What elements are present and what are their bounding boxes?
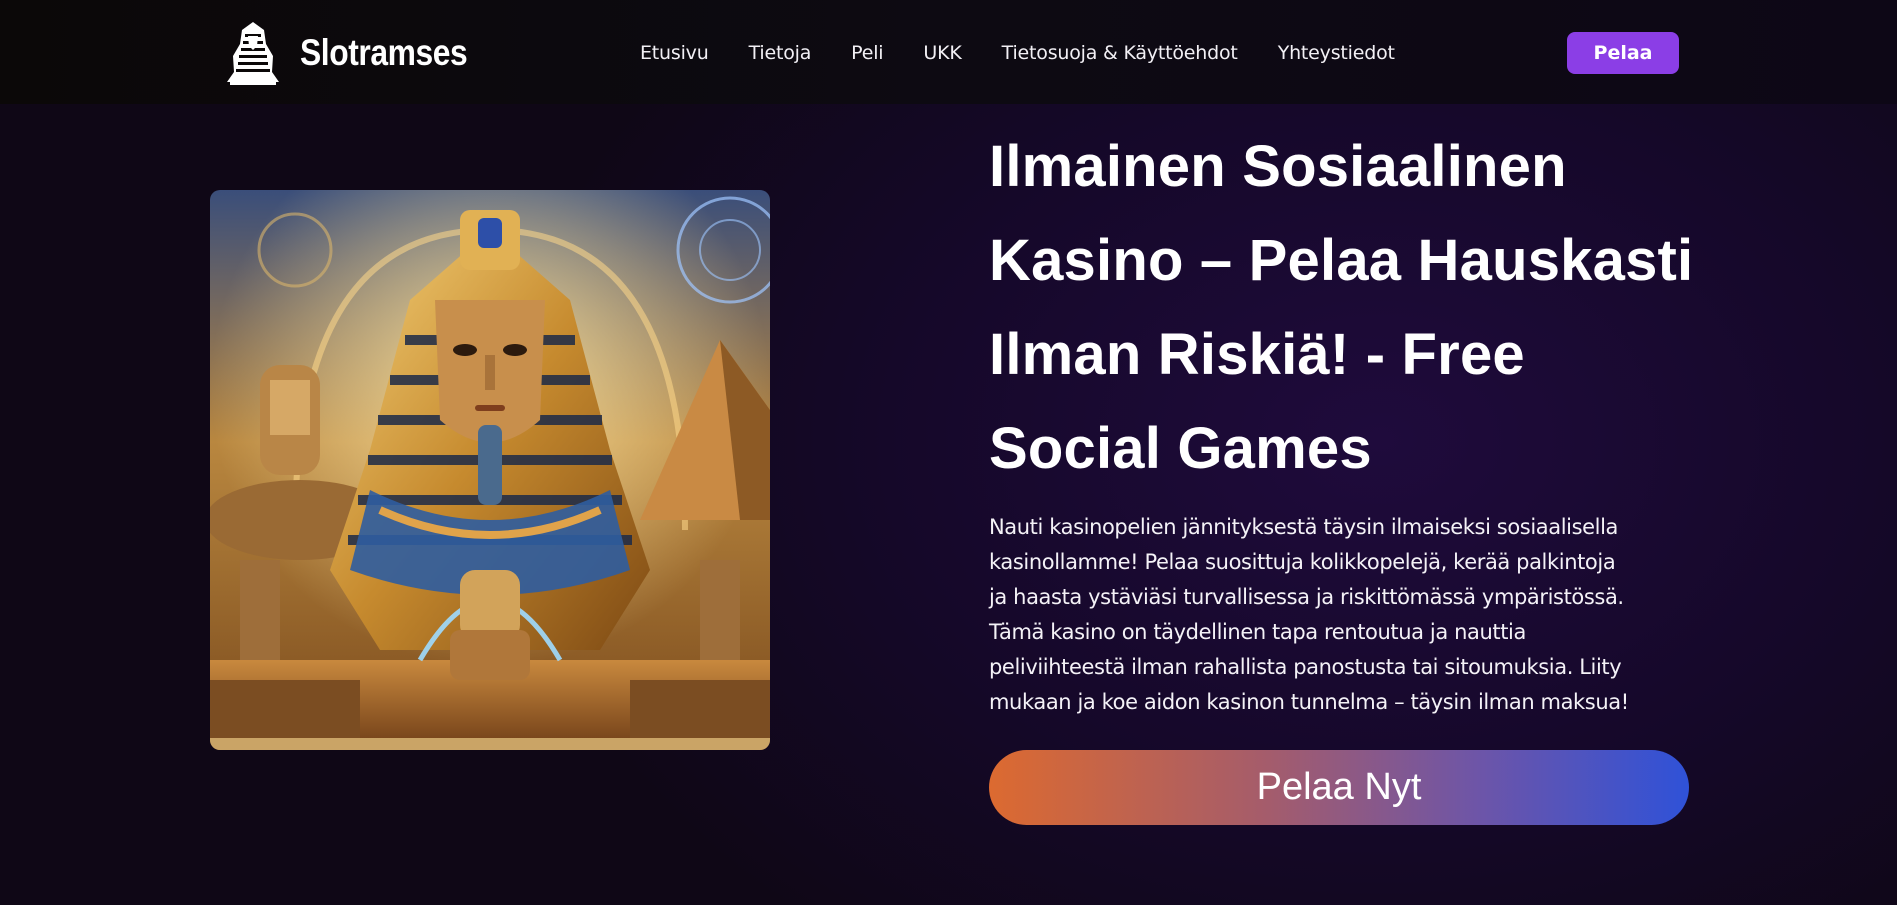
nav-item-ukk[interactable]: UKK [923,42,961,64]
nav-item-yhteystiedot[interactable]: Yhteystiedot [1278,42,1395,64]
pharaoh-illustration [210,190,770,750]
nav-item-peli[interactable]: Peli [851,42,883,64]
play-now-button[interactable]: Pelaa Nyt [989,750,1689,825]
sphinx-logo-icon [227,22,279,85]
main-nav: Etusivu Tietoja Peli UKK Tietosuoja & Kä… [640,38,1395,68]
brand-name: Slotramses [300,32,468,73]
header-play-button[interactable]: Pelaa [1567,32,1679,74]
hero-title: Ilmainen Sosiaalinen Kasino – Pelaa Haus… [989,134,1694,481]
hero-description: Nauti kasinopelien jännityksestä täysin … [989,515,1629,714]
site-header: Slotramses Etusivu Tietoja Peli UKK Tiet… [0,0,1897,104]
brand[interactable]: Slotramses [224,20,495,86]
nav-item-etusivu[interactable]: Etusivu [640,42,709,64]
nav-item-tietosuoja[interactable]: Tietosuoja & Käyttöehdot [1002,42,1238,64]
nav-item-tietoja[interactable]: Tietoja [749,42,812,64]
